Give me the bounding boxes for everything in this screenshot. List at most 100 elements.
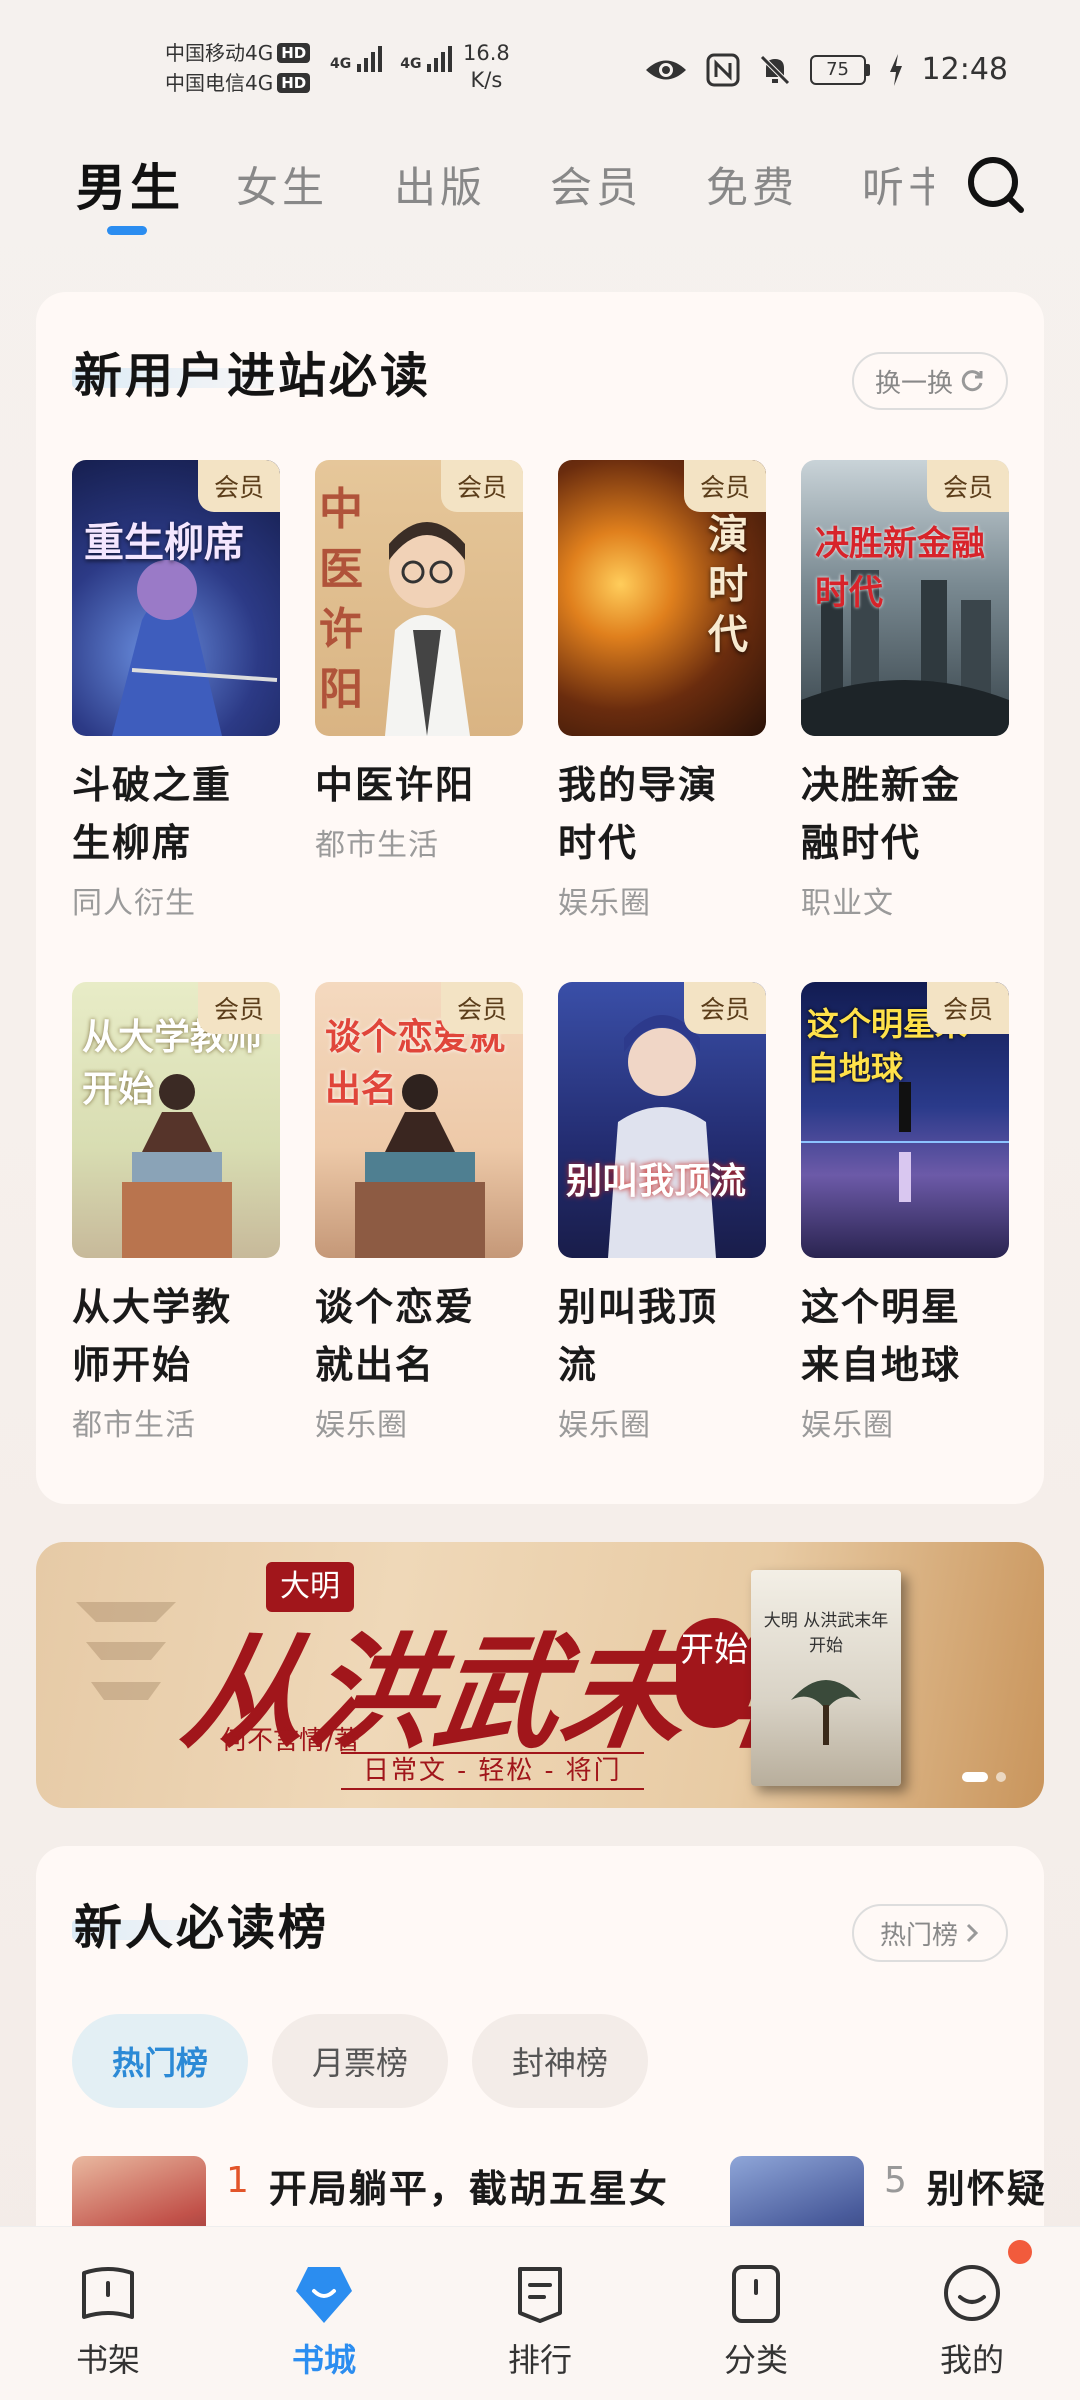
- book-item[interactable]: 重生柳席 会员 斗破之重 生柳席 同人衍生: [72, 460, 280, 922]
- book-genre: 职业文: [801, 886, 894, 921]
- mute-bell-icon: [759, 54, 790, 85]
- book-genre: 娱乐圈: [558, 886, 651, 921]
- book-genre: 娱乐圈: [558, 1408, 651, 1443]
- more-ranking-label: 热门榜: [879, 1920, 958, 1951]
- battery-indicator: 75: [809, 54, 870, 85]
- tree-art: [791, 1680, 861, 1745]
- book-item[interactable]: 决胜新金融时代 会员 决胜新金 融时代 职业文: [801, 460, 1009, 922]
- book-genre: 娱乐圈: [801, 1408, 894, 1443]
- search-icon[interactable]: [965, 154, 1027, 216]
- chevron-right-icon: [966, 1923, 979, 1943]
- book-genre: 都市生活: [315, 828, 439, 863]
- ranking-chips: 热门榜 月票榜 封神榜: [72, 2014, 649, 2108]
- vip-badge: 会员: [441, 982, 523, 1034]
- tab-female[interactable]: 女生: [236, 154, 328, 215]
- banner-author: 何不言情/著: [221, 1726, 360, 1756]
- vip-badge: 会员: [198, 460, 280, 512]
- signal-icon: 4G: [400, 46, 453, 72]
- nav-bookstore[interactable]: 书城: [264, 2261, 384, 2381]
- book-genre: 都市生活: [72, 1408, 196, 1443]
- section-title: 新用户进站必读: [74, 348, 432, 404]
- book-cover[interactable]: 从大学教师开始 会员: [72, 982, 280, 1258]
- section-title: 新人必读榜: [74, 1900, 330, 1956]
- page-dot: [996, 1772, 1006, 1782]
- carrier-1: 中国移动4G: [165, 41, 274, 65]
- rank-number: 5: [884, 2160, 907, 2201]
- vip-badge: 会员: [927, 982, 1009, 1034]
- tab-publish[interactable]: 出版: [394, 154, 486, 215]
- book-genre: 娱乐圈: [315, 1408, 408, 1443]
- book-item[interactable]: 演时代 会员 我的导演 时代 娱乐圈: [558, 460, 766, 922]
- carrier-info: 中国移动4G HD 中国电信4G HD: [165, 38, 311, 98]
- book-item[interactable]: 这个明星来自地球 会员 这个明星 来自地球 娱乐圈: [801, 982, 1009, 1444]
- vip-badge: 会员: [684, 982, 766, 1034]
- carrier-2: 中国电信4G: [165, 71, 274, 95]
- chip-hot[interactable]: 热门榜: [72, 2014, 249, 2108]
- ranking-icon: [518, 2267, 562, 2323]
- book-title: 从大学教 师开始: [72, 1284, 233, 1387]
- banner-pagination: [962, 1772, 1006, 1782]
- chip-monthly[interactable]: 月票榜: [272, 2014, 449, 2108]
- book-item[interactable]: 中医许阳 会员 中医许阳 都市生活: [315, 460, 523, 864]
- bottom-navigation: 书架 书城 排行 分类 我的: [0, 2226, 1080, 2400]
- notification-dot: [1008, 2240, 1032, 2264]
- hd-badge: HD: [277, 73, 311, 93]
- nav-ranking[interactable]: 排行: [480, 2261, 600, 2381]
- promo-banner[interactable]: 大明 从洪武末年 开始 何不言情/著 日常文 - 轻松 - 将门 大明 从洪武末…: [36, 1542, 1044, 1808]
- category-icon: [732, 2265, 780, 2323]
- bookstore-icon: [296, 2267, 352, 2323]
- tab-free[interactable]: 免费: [706, 154, 798, 215]
- banner-seal: 开始: [676, 1618, 752, 1728]
- nav-bookshelf[interactable]: 书架: [48, 2261, 168, 2381]
- nav-category[interactable]: 分类: [696, 2261, 816, 2381]
- book-title: 我的导演 时代: [558, 762, 719, 865]
- network-speed: 16.8 K/s: [463, 41, 510, 92]
- page-dot: [962, 1772, 988, 1782]
- book-cover[interactable]: 这个明星来自地球 会员: [801, 982, 1009, 1258]
- vip-badge: 会员: [927, 460, 1009, 512]
- book-title: 谈个恋爱 就出名: [315, 1284, 476, 1387]
- tab-male[interactable]: 男生: [76, 148, 184, 220]
- rank-number: 1: [226, 2160, 249, 2201]
- status-bar: 中国移动4G HD 中国电信4G HD 4G 4G 16.8 K/s 75 12…: [0, 30, 1080, 110]
- book-title: 中医许阳: [315, 762, 476, 807]
- signal-strength: 4G 4G: [330, 46, 453, 72]
- book-cover[interactable]: 中医许阳 会员: [315, 460, 523, 736]
- new-user-section: 新用户进站必读 换一换 重生柳席 会员 斗破之重 生柳席 同人衍生 中医许阳 会员…: [36, 292, 1044, 1504]
- bookstore-page: 中国移动4G HD 中国电信4G HD 4G 4G 16.8 K/s 75 12…: [0, 0, 1080, 2400]
- nav-profile[interactable]: 我的: [912, 2261, 1032, 2381]
- signal-icon: 4G: [330, 46, 383, 72]
- book-cover[interactable]: 别叫我顶流 会员: [558, 982, 766, 1258]
- banner-tags: 日常文 - 轻松 - 将门: [341, 1752, 644, 1790]
- book-title: 别叫我顶流: [558, 1284, 719, 1387]
- refresh-label: 换一换: [874, 368, 953, 399]
- banner-book-cover: 大明 从洪武末年开始: [751, 1570, 901, 1786]
- book-title: 决胜新金 融时代: [801, 762, 962, 865]
- bookshelf-icon: [82, 2267, 134, 2319]
- charging-icon: [889, 53, 902, 86]
- book-cover[interactable]: 重生柳席 会员: [72, 460, 280, 736]
- book-title: 斗破之重 生柳席: [72, 762, 233, 865]
- vip-badge: 会员: [684, 460, 766, 512]
- book-cover[interactable]: 演时代 会员: [558, 460, 766, 736]
- book-item[interactable]: 谈个恋爱就出名 会员 谈个恋爱 就出名 娱乐圈: [315, 982, 523, 1444]
- book-item[interactable]: 从大学教师开始 会员 从大学教 师开始 都市生活: [72, 982, 280, 1444]
- rank-title: 开局躺平，截胡五星女: [268, 2166, 669, 2211]
- vip-badge: 会员: [441, 460, 523, 512]
- tab-vip[interactable]: 会员: [550, 154, 642, 215]
- book-item[interactable]: 别叫我顶流 会员 别叫我顶流 娱乐圈: [558, 982, 766, 1444]
- book-cover[interactable]: 谈个恋爱就出名 会员: [315, 982, 523, 1258]
- status-icons: 75 12:48: [644, 52, 1008, 87]
- rank-title: 别怀疑: [926, 2166, 1047, 2211]
- vip-badge: 会员: [198, 982, 280, 1034]
- book-title: 这个明星 来自地球: [801, 1284, 962, 1387]
- tab-audiobook[interactable]: 听书: [862, 154, 934, 215]
- chip-legend[interactable]: 封神榜: [472, 2014, 649, 2108]
- refresh-button[interactable]: 换一换: [852, 352, 1008, 410]
- book-cover[interactable]: 决胜新金融时代 会员: [801, 460, 1009, 736]
- hd-badge: HD: [277, 43, 311, 63]
- book-genre: 同人衍生: [72, 886, 196, 921]
- more-ranking-button[interactable]: 热门榜: [852, 1904, 1008, 1962]
- eye-icon: [645, 60, 686, 79]
- nfc-icon: [706, 53, 740, 86]
